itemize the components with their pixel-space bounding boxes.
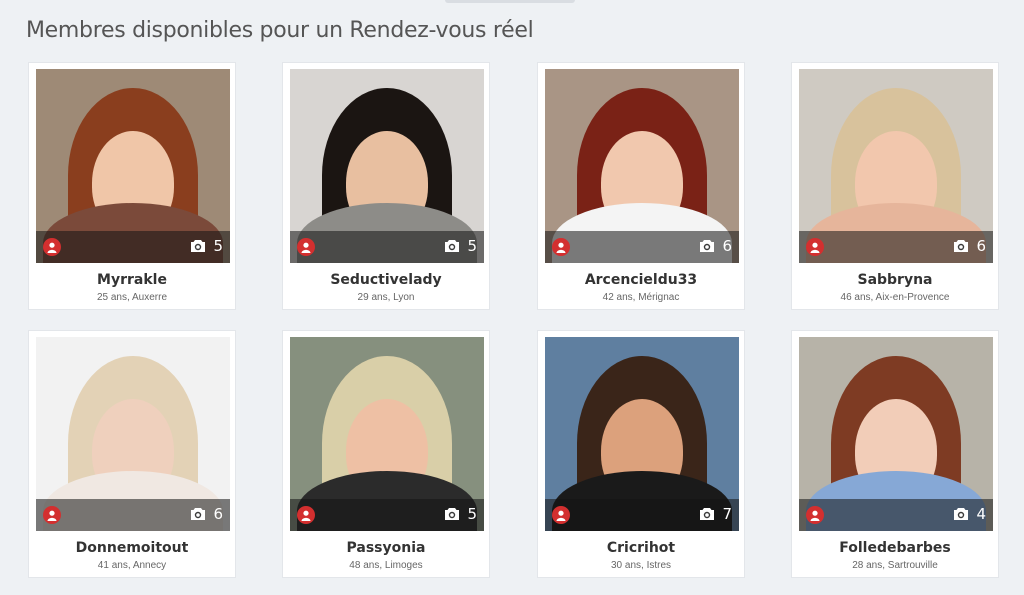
member-info: 30 ans, Istres bbox=[610, 560, 672, 571]
user-icon[interactable] bbox=[806, 506, 824, 524]
member-card[interactable]: 6 Sabbryna 46 ans, Aix-en-Provence bbox=[791, 62, 999, 310]
user-icon[interactable] bbox=[297, 506, 315, 524]
photo-overlay: 6 bbox=[799, 231, 993, 263]
member-name[interactable]: Seductivelady bbox=[283, 272, 489, 288]
photo-count: 6 bbox=[722, 237, 732, 255]
member-photo[interactable]: 4 bbox=[799, 337, 993, 531]
member-name[interactable]: Donnemoitout bbox=[29, 540, 235, 556]
member-grid: 5 Myrrakle 25 ans, Auxerre 5 Seductivela… bbox=[0, 0, 1024, 595]
photo-overlay: 6 bbox=[545, 231, 739, 263]
user-icon[interactable] bbox=[297, 238, 315, 256]
member-info: 28 ans, Sartrouville bbox=[852, 560, 938, 571]
camera-icon bbox=[190, 239, 206, 255]
photo-overlay: 5 bbox=[290, 499, 484, 531]
member-name[interactable]: Sabbryna bbox=[792, 272, 998, 288]
photo-count: 6 bbox=[976, 237, 986, 255]
camera-icon bbox=[190, 507, 206, 523]
photo-overlay: 5 bbox=[36, 231, 230, 263]
user-icon[interactable] bbox=[806, 238, 824, 256]
camera-icon bbox=[953, 507, 969, 523]
photo-count: 4 bbox=[976, 505, 986, 523]
photo-overlay: 6 bbox=[36, 499, 230, 531]
member-photo[interactable]: 6 bbox=[545, 69, 739, 263]
member-card[interactable]: 5 Myrrakle 25 ans, Auxerre bbox=[28, 62, 236, 310]
photo-count: 5 bbox=[467, 505, 477, 523]
member-card[interactable]: 6 Arcencieldu33 42 ans, Mérignac bbox=[537, 62, 745, 310]
member-name[interactable]: Myrrakle bbox=[29, 272, 235, 288]
member-card[interactable]: 6 Donnemoitout 41 ans, Annecy bbox=[28, 330, 236, 578]
member-info: 48 ans, Limoges bbox=[349, 560, 423, 571]
member-name[interactable]: Passyonia bbox=[283, 540, 489, 556]
camera-icon bbox=[444, 507, 460, 523]
member-info: 29 ans, Lyon bbox=[357, 292, 415, 303]
member-info: 25 ans, Auxerre bbox=[96, 292, 168, 303]
member-info: 46 ans, Aix-en-Provence bbox=[840, 292, 950, 303]
member-info: 41 ans, Annecy bbox=[97, 560, 167, 571]
user-icon[interactable] bbox=[552, 238, 570, 256]
camera-icon bbox=[444, 239, 460, 255]
camera-icon bbox=[699, 239, 715, 255]
photo-count: 5 bbox=[467, 237, 477, 255]
member-photo[interactable]: 5 bbox=[290, 69, 484, 263]
photo-count: 5 bbox=[213, 237, 223, 255]
camera-icon bbox=[699, 507, 715, 523]
photo-count: 7 bbox=[722, 505, 732, 523]
member-card[interactable]: 7 Cricrihot 30 ans, Istres bbox=[537, 330, 745, 578]
member-photo[interactable]: 6 bbox=[36, 337, 230, 531]
member-name[interactable]: Arcencieldu33 bbox=[538, 272, 744, 288]
member-photo[interactable]: 5 bbox=[290, 337, 484, 531]
member-photo[interactable]: 6 bbox=[799, 69, 993, 263]
camera-icon bbox=[953, 239, 969, 255]
member-photo[interactable]: 5 bbox=[36, 69, 230, 263]
user-icon[interactable] bbox=[43, 238, 61, 256]
member-name[interactable]: Cricrihot bbox=[538, 540, 744, 556]
photo-overlay: 5 bbox=[290, 231, 484, 263]
photo-overlay: 4 bbox=[799, 499, 993, 531]
member-photo[interactable]: 7 bbox=[545, 337, 739, 531]
member-card[interactable]: 5 Seductivelady 29 ans, Lyon bbox=[282, 62, 490, 310]
member-name[interactable]: Folledebarbes bbox=[792, 540, 998, 556]
photo-overlay: 7 bbox=[545, 499, 739, 531]
member-card[interactable]: 5 Passyonia 48 ans, Limoges bbox=[282, 330, 490, 578]
member-info: 42 ans, Mérignac bbox=[602, 292, 680, 303]
user-icon[interactable] bbox=[43, 506, 61, 524]
member-card[interactable]: 4 Folledebarbes 28 ans, Sartrouville bbox=[791, 330, 999, 578]
user-icon[interactable] bbox=[552, 506, 570, 524]
photo-count: 6 bbox=[213, 505, 223, 523]
